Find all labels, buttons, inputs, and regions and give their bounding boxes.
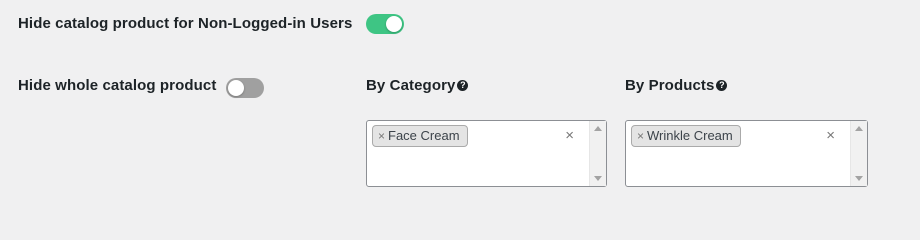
- select-scrollbar[interactable]: [589, 121, 606, 186]
- select-scrollbar[interactable]: [850, 121, 867, 186]
- tag-label: Face Cream: [388, 128, 460, 143]
- scroll-up-icon[interactable]: [855, 126, 863, 131]
- by-category-select[interactable]: × Face Cream ×: [366, 120, 607, 187]
- hide-whole-catalog-toggle[interactable]: [226, 78, 264, 98]
- remove-tag-icon[interactable]: ×: [637, 129, 644, 143]
- by-category-label: By Category?: [366, 77, 469, 94]
- by-products-label-text: By Products: [625, 77, 715, 94]
- toggle-knob: [228, 80, 244, 96]
- scroll-down-icon[interactable]: [855, 176, 863, 181]
- selected-tag-wrinkle-cream: × Wrinkle Cream: [631, 125, 741, 147]
- toggle-knob: [386, 16, 402, 32]
- remove-tag-icon[interactable]: ×: [378, 129, 385, 143]
- help-icon[interactable]: ?: [457, 80, 469, 91]
- hide-whole-catalog-label: Hide whole catalog product: [18, 77, 217, 94]
- help-icon[interactable]: ?: [716, 80, 728, 91]
- clear-selection-icon[interactable]: ×: [826, 128, 835, 144]
- by-category-label-text: By Category: [366, 77, 456, 94]
- by-products-select[interactable]: × Wrinkle Cream ×: [625, 120, 868, 187]
- tag-label: Wrinkle Cream: [647, 128, 733, 143]
- clear-selection-icon[interactable]: ×: [565, 128, 574, 144]
- hide-non-logged-toggle[interactable]: [366, 14, 404, 34]
- selected-tag-face-cream: × Face Cream: [372, 125, 468, 147]
- hide-non-logged-label: Hide catalog product for Non-Logged-in U…: [18, 15, 353, 32]
- scroll-down-icon[interactable]: [594, 176, 602, 181]
- scroll-up-icon[interactable]: [594, 126, 602, 131]
- by-products-label: By Products?: [625, 77, 728, 94]
